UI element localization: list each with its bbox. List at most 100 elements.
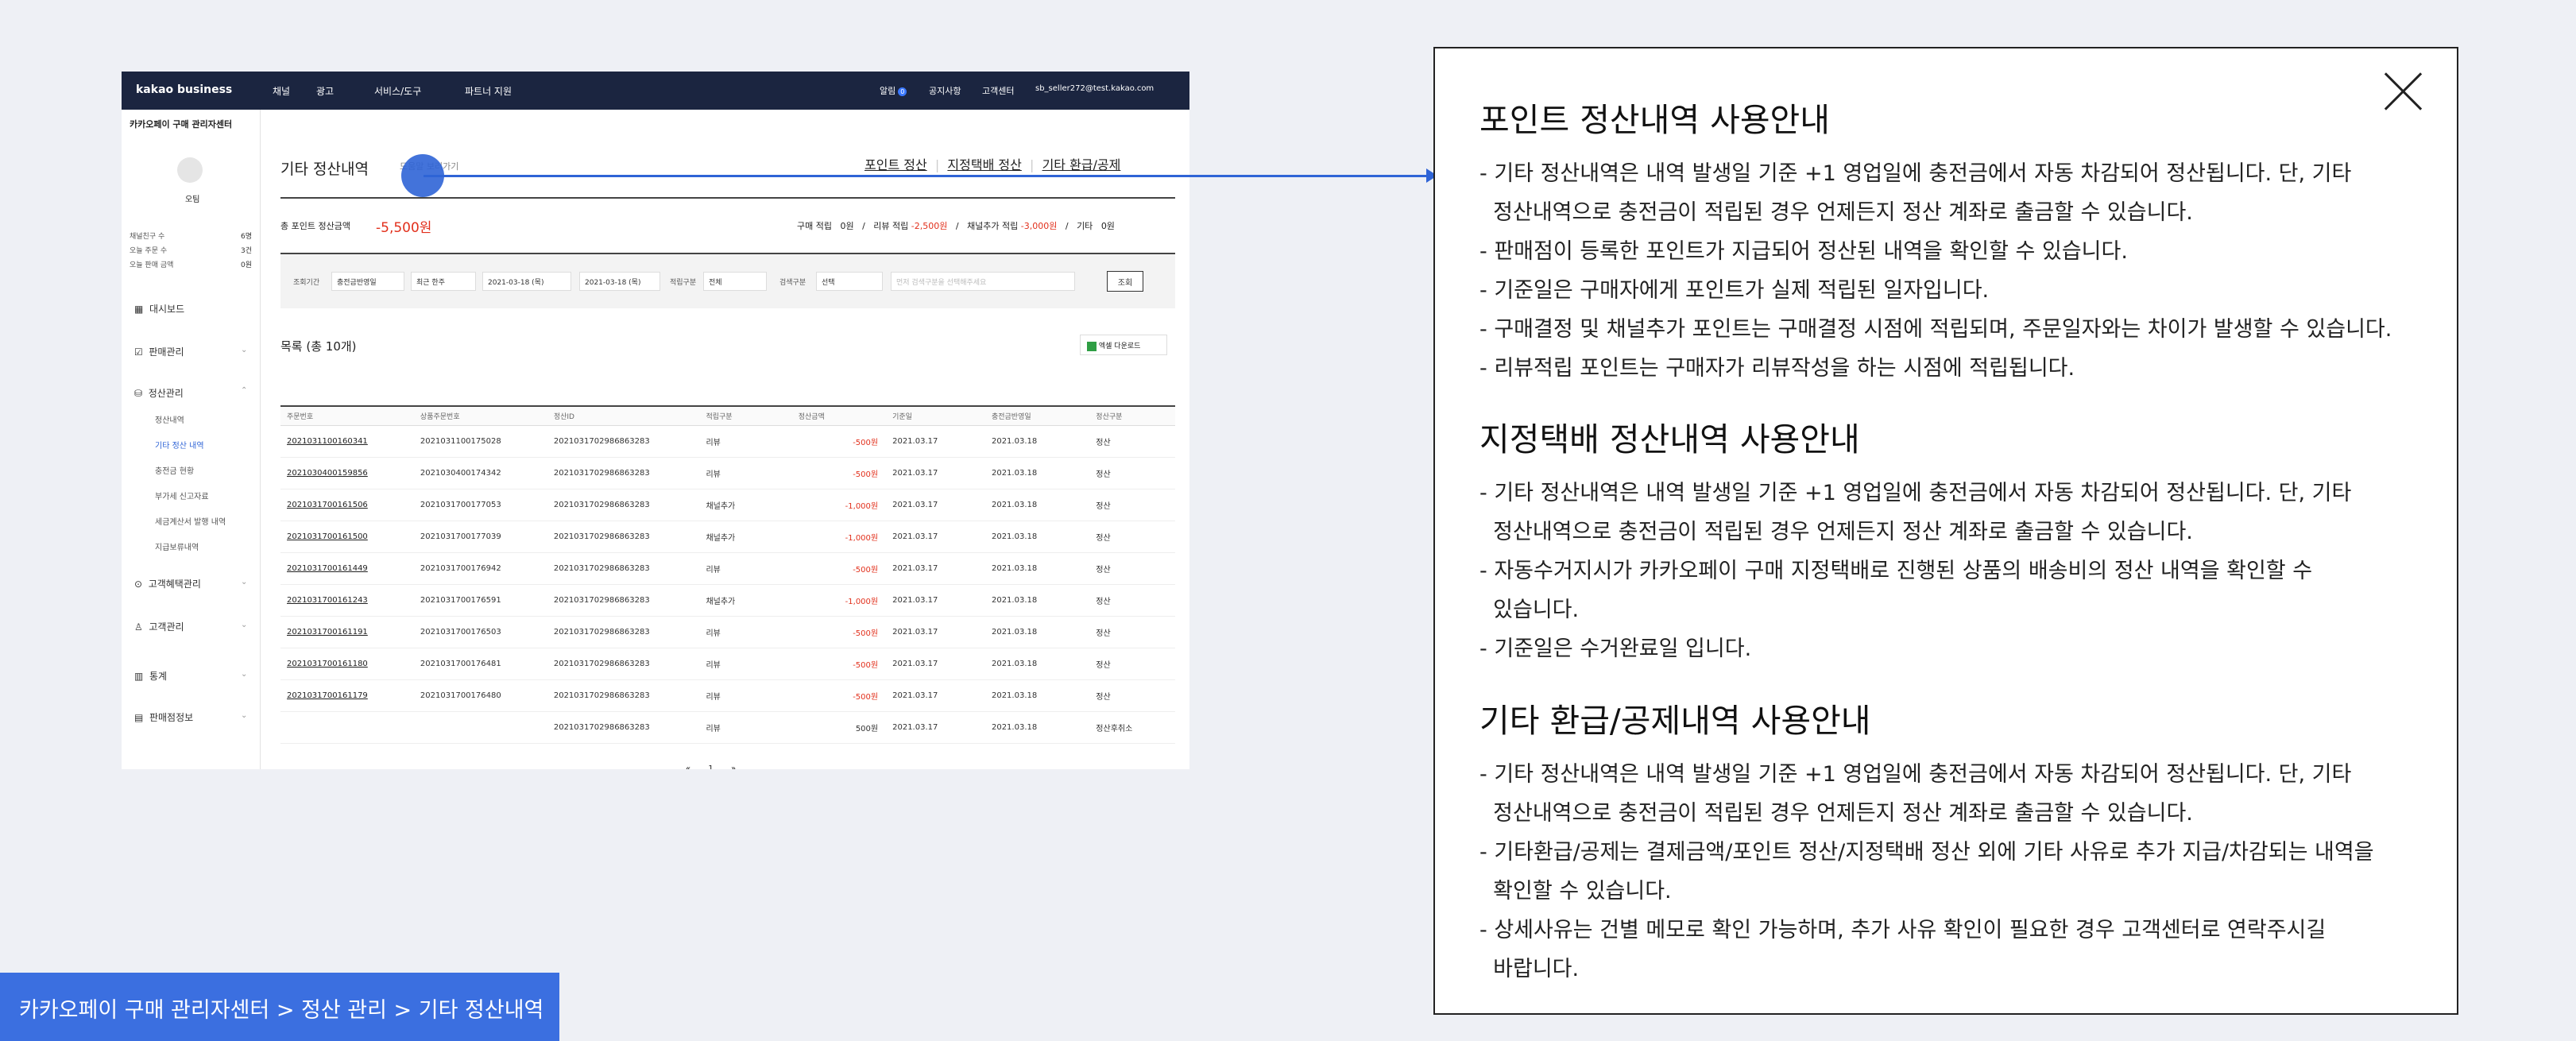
- table-cell: 2021031702986863283: [547, 520, 700, 553]
- notice-link[interactable]: 공지사항: [929, 84, 961, 97]
- search-button[interactable]: 조회: [1107, 271, 1143, 292]
- order-number-link[interactable]: 2021031700161179: [280, 679, 414, 712]
- table-cell: 정산후취소: [1089, 711, 1175, 744]
- sidebar-sub-settlement-list[interactable]: 정산내역: [155, 413, 184, 425]
- table-cell: -1,000원: [791, 520, 887, 553]
- table-cell: 2021031700176503: [413, 616, 547, 648]
- sidebar-item-benefits[interactable]: ⊙ 고객혜택관리: [134, 577, 201, 590]
- table-header: 주문번호 상품주문번호 정산ID 적립구분 정산금액 기준일 충전금반영일 정산구분: [280, 405, 1175, 426]
- end-date-field[interactable]: 2021-03-18 (목): [579, 272, 660, 291]
- kakao-business-logo[interactable]: kakao business: [136, 83, 232, 96]
- sidebar-sub-other-settlement[interactable]: 기타 정산 내역: [155, 439, 204, 451]
- sidebar-item-customers[interactable]: ♙ 고객관리: [134, 620, 184, 633]
- table-cell: 2021.03.18: [984, 616, 1090, 648]
- table-cell: 리뷰: [699, 679, 792, 712]
- summary-bar: 구매 적립 0원 / 리뷰 적립 -2,500원 / 채널추가 적립 -3,00…: [797, 221, 1115, 231]
- table-row: 2021031700161506 2021031700177053 20210317…: [280, 489, 1175, 521]
- guide-line: - 판매점이 등록한 포인트가 지급되어 정산된 내역을 확인할 수 있습니다.: [1479, 239, 2128, 264]
- table-cell: -500원: [791, 616, 887, 648]
- notification-label: 알림: [880, 86, 896, 96]
- menu-label: 판매점정보: [149, 712, 194, 723]
- date-type-select[interactable]: 충전금반영일: [331, 272, 404, 291]
- table-cell: 2021031702986863283: [547, 552, 700, 585]
- search-type-select[interactable]: 선택: [816, 272, 883, 291]
- menu-label: 판매관리: [149, 346, 184, 358]
- guide-line: - 기타 정산내역은 내역 발생일 기준 +1 영업일에 충전금에서 자동 차감…: [1479, 161, 2352, 186]
- table-cell: 2021.03.17: [886, 711, 985, 744]
- table-cell: 2021.03.18: [984, 584, 1090, 617]
- table-cell: 2021031702986863283: [547, 425, 700, 458]
- avatar[interactable]: [177, 157, 203, 183]
- order-number-link[interactable]: 2021031700161500: [280, 520, 414, 553]
- sidebar-sub-vat[interactable]: 부가세 신고자료: [155, 490, 209, 501]
- type-select[interactable]: 전체: [703, 272, 767, 291]
- sidebar-item-stats[interactable]: ▥ 통계: [134, 669, 167, 683]
- guide-line: 정산내역으로 충전금이 적립된 경우 언제든지 정산 계좌로 출금할 수 있습니…: [1479, 200, 2193, 225]
- table-cell: -500원: [791, 425, 887, 458]
- table-row: 2021031700161180 2021031700176481 20210317…: [280, 648, 1175, 680]
- table-row: 2021031700161179 2021031700176480 20210317…: [280, 679, 1175, 712]
- tab-point-settlement[interactable]: 포인트 정산: [864, 157, 927, 172]
- guide-line: - 기타 정산내역은 내역 발생일 기준 +1 영업일에 충전금에서 자동 차감…: [1479, 762, 2352, 787]
- notification-link[interactable]: 알림 0: [880, 84, 907, 97]
- column-header: 적립구분: [699, 405, 792, 426]
- tab-courier-settlement[interactable]: 지정택배 정산: [947, 157, 1021, 172]
- table-cell: 2021031700177039: [413, 520, 547, 553]
- guide-line: - 자동수거지시가 카카오페이 구매 지정택배로 진행된 상품의 배송비의 정산…: [1479, 559, 2313, 583]
- table-cell: 2021.03.17: [886, 489, 985, 521]
- tab-refund-deduction[interactable]: 기타 환급/공제: [1042, 157, 1121, 172]
- account-menu[interactable]: sb_seller272@test.kakao.com: [1035, 84, 1154, 93]
- sidebar-sub-hold[interactable]: 지급보류내역: [155, 540, 199, 552]
- table-cell: -1,000원: [791, 584, 887, 617]
- click-marker: [401, 154, 444, 197]
- order-number-link[interactable]: 2021031700161243: [280, 584, 414, 617]
- sidebar-item-dashboard[interactable]: ▦ 대시보드: [134, 302, 184, 315]
- filter-panel: 조회기간 충전금반영일 최근 한주 2021-03-18 (목) 2021-03…: [280, 253, 1175, 308]
- table-cell: 2021.03.17: [886, 584, 985, 617]
- table-body: 2021031100160341 2021031100175028 20210317…: [280, 425, 1175, 744]
- order-number-link[interactable]: 2021031700161506: [280, 489, 414, 521]
- order-number-link[interactable]: 2021031700161449: [280, 552, 414, 585]
- gnb-service-tools[interactable]: 서비스/도구: [374, 84, 421, 98]
- table-cell: 2021.03.17: [886, 616, 985, 648]
- table-cell: 2021031700176480: [413, 679, 547, 712]
- table-cell: 2021031702986863283: [547, 457, 700, 490]
- prev-page-button[interactable]: «: [686, 764, 690, 769]
- gnb-channel[interactable]: 채널: [273, 84, 290, 98]
- menu-label: 통계: [149, 671, 168, 682]
- table-cell: 정산: [1089, 520, 1175, 553]
- start-date-field[interactable]: 2021-03-18 (목): [482, 272, 571, 291]
- search-input[interactable]: 먼저 검색구분을 선택해주세요: [891, 272, 1075, 291]
- sidebar-sub-tax-invoice[interactable]: 세금계산서 발행 내역: [155, 515, 226, 527]
- order-number-link[interactable]: 2021031700161191: [280, 616, 414, 648]
- table-cell: 2021.03.17: [886, 552, 985, 585]
- sidebar-item-sales[interactable]: ☑ 판매관리: [134, 345, 184, 358]
- menu-label: 정산관리: [148, 388, 184, 399]
- excel-download-button[interactable]: 엑셀 다운로드: [1080, 335, 1167, 355]
- page-1-button[interactable]: 1: [708, 764, 713, 769]
- order-number-link[interactable]: 2021030400159856: [280, 457, 414, 490]
- sidebar-item-store-info[interactable]: ▤ 판매점정보: [134, 710, 193, 724]
- summary-value: -3,000원: [1020, 221, 1058, 231]
- callout-arrow-line: [424, 175, 1431, 177]
- stat-label: 오늘 주문 수: [130, 247, 168, 255]
- customer-center-link[interactable]: 고객센터: [982, 84, 1014, 97]
- order-number-link[interactable]: [280, 711, 414, 744]
- table-row: 2021030400159856 2021030400174342 20210317…: [280, 457, 1175, 490]
- user-name[interactable]: 오팀: [185, 192, 199, 204]
- next-page-button[interactable]: »: [731, 764, 736, 769]
- section-title-courier: 지정택배 정산내역 사용안내: [1479, 420, 1860, 459]
- order-number-link[interactable]: 2021031100160341: [280, 425, 414, 458]
- gnb-partner-support[interactable]: 파트너 지원: [465, 84, 512, 98]
- summary-value: 0원: [1100, 221, 1115, 231]
- order-number-link[interactable]: 2021031700161180: [280, 648, 414, 680]
- close-icon[interactable]: [2382, 71, 2423, 112]
- sidebar-item-settlement[interactable]: ⛁ 정산관리: [134, 386, 184, 400]
- stat-value: 0원: [241, 261, 253, 269]
- notification-badge: 0: [898, 87, 907, 96]
- gnb-ads[interactable]: 광고: [316, 84, 334, 98]
- period-select[interactable]: 최근 한주: [411, 272, 476, 291]
- sidebar-sub-charge-status[interactable]: 충전금 현황: [155, 464, 194, 476]
- tab-divider: |: [934, 157, 940, 172]
- summary-value: -2,500원: [911, 221, 948, 231]
